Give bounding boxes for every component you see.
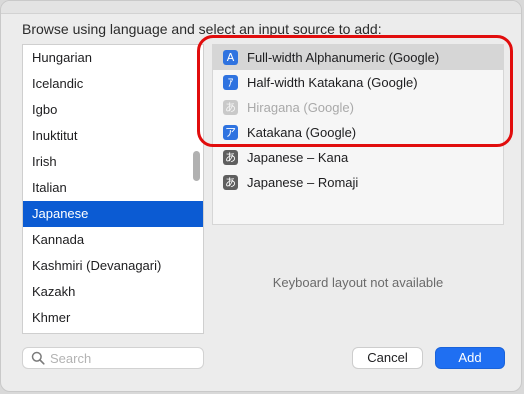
language-item-italian[interactable]: Italian xyxy=(23,175,203,201)
source-item-hiragana: あ Hiragana (Google) xyxy=(213,95,503,120)
hiragana-icon: あ xyxy=(223,100,238,115)
language-item-icelandic[interactable]: Icelandic xyxy=(23,71,203,97)
language-item-japanese[interactable]: Japanese xyxy=(23,201,203,227)
source-item-full-width-alphanumeric[interactable]: A Full-width Alphanumeric (Google) xyxy=(213,45,503,70)
add-input-source-dialog: Browse using language and select an inpu… xyxy=(0,0,522,392)
language-list-scrollbar[interactable] xyxy=(193,151,200,181)
source-item-label: Hiragana (Google) xyxy=(247,100,354,115)
language-item-kazakh[interactable]: Kazakh xyxy=(23,279,203,305)
source-item-japanese-romaji[interactable]: あ Japanese – Romaji xyxy=(213,170,503,195)
search-field[interactable] xyxy=(22,347,204,369)
language-item-inuktitut[interactable]: Inuktitut xyxy=(23,123,203,149)
japanese-romaji-icon: あ xyxy=(223,175,238,190)
source-item-label: Half-width Katakana (Google) xyxy=(247,75,418,90)
source-item-label: Japanese – Romaji xyxy=(247,175,359,190)
source-item-japanese-kana[interactable]: あ Japanese – Kana xyxy=(213,145,503,170)
window-top-strip xyxy=(1,1,521,14)
add-button[interactable]: Add xyxy=(435,347,505,369)
language-item-irish[interactable]: Irish xyxy=(23,149,203,175)
input-source-list[interactable]: A Full-width Alphanumeric (Google) ｱ Hal… xyxy=(212,44,504,225)
full-width-alphanumeric-icon: A xyxy=(223,50,238,65)
katakana-icon: ア xyxy=(223,125,238,140)
source-item-half-width-katakana[interactable]: ｱ Half-width Katakana (Google) xyxy=(213,70,503,95)
keyboard-preview-message: Keyboard layout not available xyxy=(272,275,444,290)
language-list[interactable]: Hungarian Icelandic Igbo Inuktitut Irish… xyxy=(22,44,204,334)
search-icon xyxy=(31,351,45,365)
source-item-label: Katakana (Google) xyxy=(247,125,357,140)
language-item-kannada[interactable]: Kannada xyxy=(23,227,203,253)
source-item-katakana[interactable]: ア Katakana (Google) xyxy=(213,120,503,145)
language-item-hungarian[interactable]: Hungarian xyxy=(23,45,203,71)
language-item-kashmiri-devanagari[interactable]: Kashmiri (Devanagari) xyxy=(23,253,203,279)
cancel-button[interactable]: Cancel xyxy=(352,347,423,369)
language-item-igbo[interactable]: Igbo xyxy=(23,97,203,123)
source-item-label: Full-width Alphanumeric (Google) xyxy=(247,50,440,65)
search-input[interactable] xyxy=(50,349,198,367)
source-item-label: Japanese – Kana xyxy=(247,150,349,165)
half-width-katakana-icon: ｱ xyxy=(223,75,238,90)
language-item-khmer[interactable]: Khmer xyxy=(23,305,203,331)
japanese-kana-icon: あ xyxy=(223,150,238,165)
dialog-instruction: Browse using language and select an inpu… xyxy=(22,21,382,37)
